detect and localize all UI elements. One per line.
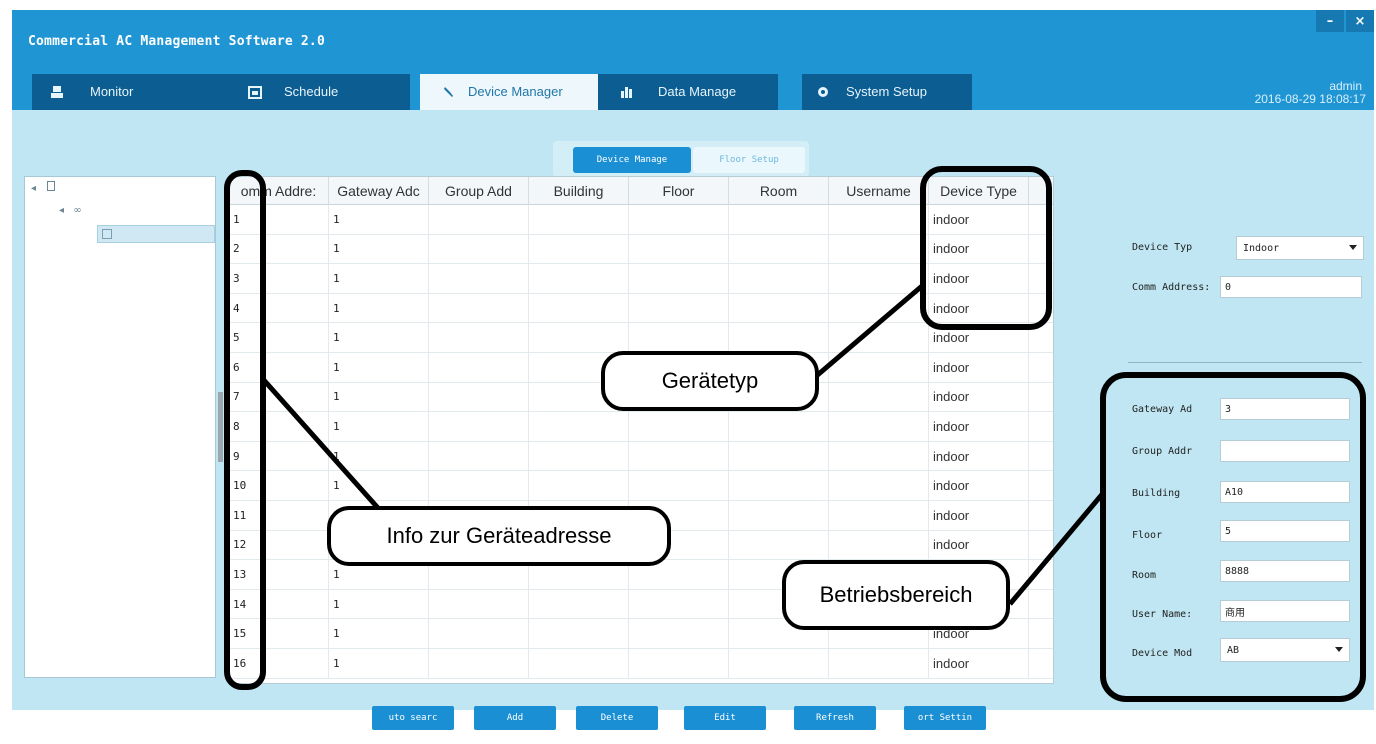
annotation-line-type	[812, 284, 924, 380]
annotation-line-area	[1008, 490, 1106, 606]
callout-operating-area: Betriebsbereich	[782, 560, 1010, 630]
highlight-operating-area	[1100, 372, 1366, 702]
highlight-address-column	[224, 170, 266, 690]
callout-device-type: Gerätetyp	[601, 351, 819, 411]
callout-device-address: Info zur Geräteadresse	[327, 506, 671, 566]
annotation-line-address	[260, 376, 380, 510]
highlight-type-column	[920, 166, 1052, 330]
